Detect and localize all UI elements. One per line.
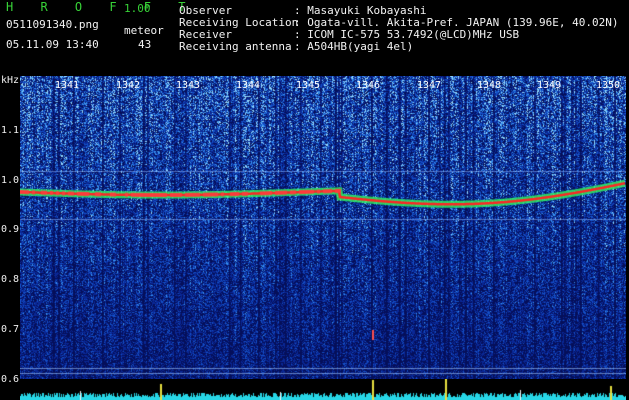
- y-tick-label: 0.7: [1, 324, 20, 335]
- y-tick-label: 1.1: [1, 125, 20, 136]
- time-tick-label: 1341: [55, 80, 80, 91]
- time-tick-label: 1350: [596, 80, 621, 91]
- y-tick-label: 0.6: [1, 374, 20, 385]
- meteor-count: 43: [138, 38, 152, 51]
- app-version: 1.00: [124, 2, 151, 15]
- y-tick-label: 1.0: [1, 175, 20, 186]
- app-title: H R O F F T: [6, 0, 196, 14]
- y-tick-label: 0.9: [1, 224, 20, 235]
- frequency-axis: kHz 1.1 1.0 0.9 0.8 0.7 0.6: [0, 76, 20, 400]
- antenna-label: Receiving antenna: [179, 40, 292, 53]
- time-tick-label: 1349: [537, 80, 562, 91]
- time-tick-label: 1344: [236, 80, 261, 91]
- time-tick-label: 1348: [477, 80, 502, 91]
- y-tick-label: 0.8: [1, 274, 20, 285]
- mode-label: meteor: [124, 24, 164, 37]
- capture-datetime: 05.11.09 13:40: [6, 38, 99, 51]
- spectrogram-canvas: [20, 76, 626, 379]
- file-name: 0511091340.png: [6, 18, 99, 31]
- time-tick-label: 1346: [356, 80, 381, 91]
- time-tick-label: 1343: [176, 80, 201, 91]
- antenna-value: : A504HB(yagi 4el): [294, 40, 414, 53]
- time-tick-label: 1347: [417, 80, 442, 91]
- axis-unit: kHz: [1, 75, 20, 86]
- header-panel: H R O F F T 1.00 0511091340.png meteor 0…: [0, 0, 629, 76]
- signal-level-strip: [20, 379, 626, 400]
- time-tick-label: 1342: [116, 80, 141, 91]
- time-tick-label: 1345: [296, 80, 321, 91]
